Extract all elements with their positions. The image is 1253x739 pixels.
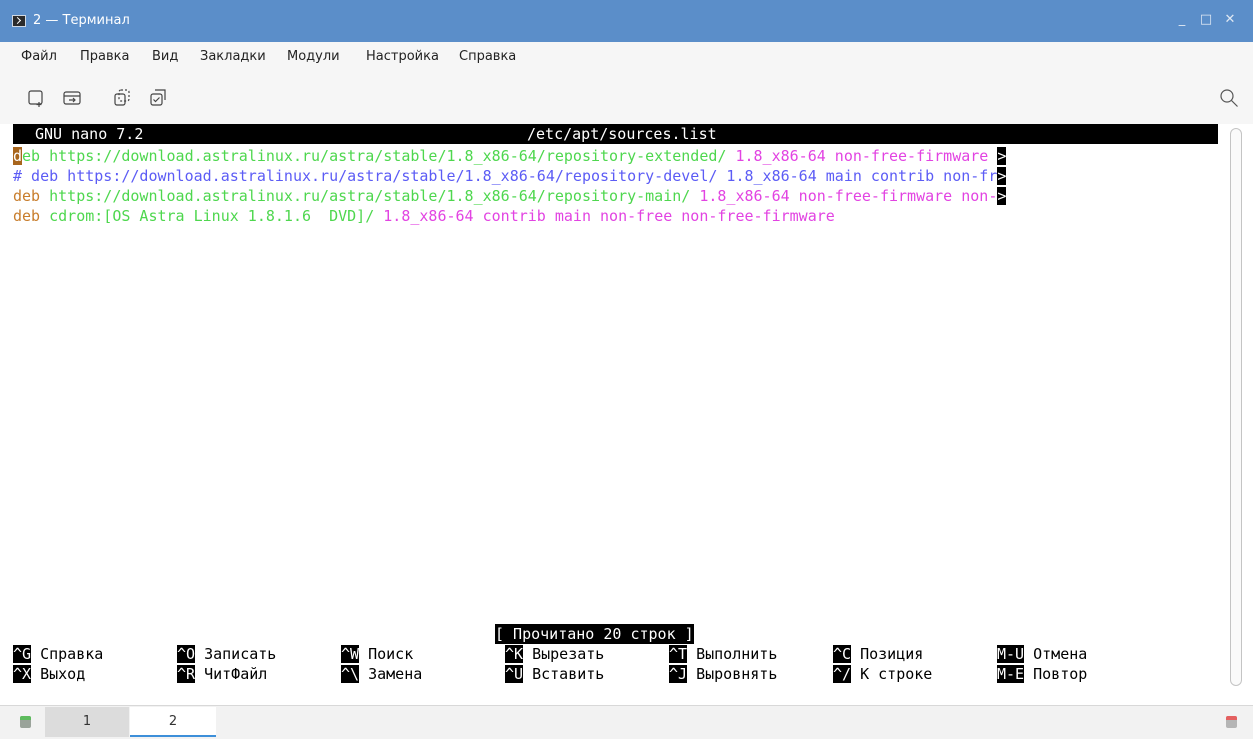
file-line: deb https://download.astralinux.ru/astra… (13, 186, 1007, 206)
nano-version: GNU nano 7.2 (35, 125, 144, 143)
shortcut-help: ^G Справка (13, 645, 104, 663)
toolbar (0, 72, 1253, 124)
shortcut-justify: ^J Выровнять (669, 665, 778, 683)
terminal-scrollbar[interactable] (1230, 128, 1242, 686)
line-text: https://download.astralinux.ru/astra/sta… (40, 187, 700, 205)
file-line: # deb https://download.astralinux.ru/ast… (13, 166, 1007, 186)
new-tab-button[interactable] (20, 716, 31, 728)
shortcut-paste: ^U Вставить (505, 665, 605, 683)
shortcut-read-file: ^R ЧитФайл (177, 665, 268, 683)
file-line: deb https://download.astralinux.ru/astra… (13, 146, 1007, 166)
line-text: deb (13, 187, 41, 205)
overflow-marker: > (997, 187, 1007, 205)
line-text: deb (13, 207, 41, 225)
menu-bar: Файл Правка Вид Закладки Модули Настройк… (0, 42, 1253, 72)
shortcut-cut: ^K Вырезать (505, 645, 605, 663)
line-text: 1.8_x86-64 contrib main non-free non-fre… (383, 207, 835, 225)
copy-icon[interactable] (112, 88, 132, 108)
line-text: eb https://download.astralinux.ru/astra/… (22, 147, 736, 165)
line-text: 1.8_x86-64 non-free-firmware non- (699, 187, 998, 205)
title-bar: 2 — Терминал _ □ ✕ (0, 0, 1253, 42)
menu-view[interactable]: Вид (152, 49, 178, 64)
close-tab-button[interactable] (1226, 716, 1237, 728)
shortcut-save: ^O Записать (177, 645, 277, 663)
menu-settings[interactable]: Настройка (366, 49, 439, 64)
minimize-button[interactable]: _ (1174, 12, 1190, 28)
shortcut-execute: ^T Выполнить (669, 645, 778, 663)
paste-icon[interactable] (148, 88, 168, 108)
menu-help[interactable]: Справка (459, 49, 516, 64)
line-text: # deb https://download.astralinux.ru/ast… (13, 167, 998, 185)
overflow-marker: > (997, 167, 1007, 185)
window-title: 2 — Терминал (33, 13, 130, 28)
maximize-button[interactable]: □ (1198, 12, 1214, 28)
search-icon[interactable] (1219, 88, 1239, 108)
overflow-marker: > (997, 147, 1007, 165)
nano-header: GNU nano 7.2 /etc/apt/sources.list (13, 124, 1218, 144)
shortcut-exit: ^X Выход (13, 665, 86, 683)
shortcut-position: ^C Позиция (833, 645, 924, 663)
shortcut-replace: ^\ Замена (341, 665, 423, 683)
shortcut-go-to-line: ^/ К строке (833, 665, 933, 683)
shortcut-redo: M-E Повтор (997, 665, 1088, 683)
line-text: cdrom:[OS Astra Linux 1.8.1.6 DVD]/ (40, 207, 384, 225)
file-line: deb cdrom:[OS Astra Linux 1.8.1.6 DVD]/ … (13, 206, 835, 226)
menu-file[interactable]: Файл (21, 49, 57, 64)
text-cursor: d (13, 147, 23, 165)
new-tab-icon[interactable] (26, 88, 46, 108)
tab-bar: 1 2 (0, 705, 1253, 739)
line-text: 1.8_x86-64 non-free-firmware (735, 147, 998, 165)
split-view-icon[interactable] (62, 88, 82, 108)
tab-1[interactable]: 1 (45, 707, 129, 737)
tab-2[interactable]: 2 (130, 707, 216, 737)
status-message: [ Прочитано 20 строк ] (495, 624, 694, 644)
menu-plugins[interactable]: Модули (287, 49, 340, 64)
terminal-icon (12, 15, 26, 27)
close-button[interactable]: ✕ (1222, 12, 1238, 28)
shortcut-search: ^W Поиск (341, 645, 414, 663)
shortcut-undo: M-U Отмена (997, 645, 1088, 663)
menu-bookmarks[interactable]: Закладки (200, 49, 266, 64)
nano-filename: /etc/apt/sources.list (527, 125, 717, 143)
terminal-area[interactable]: GNU nano 7.2 /etc/apt/sources.list deb h… (13, 124, 1218, 690)
menu-edit[interactable]: Правка (80, 49, 129, 64)
